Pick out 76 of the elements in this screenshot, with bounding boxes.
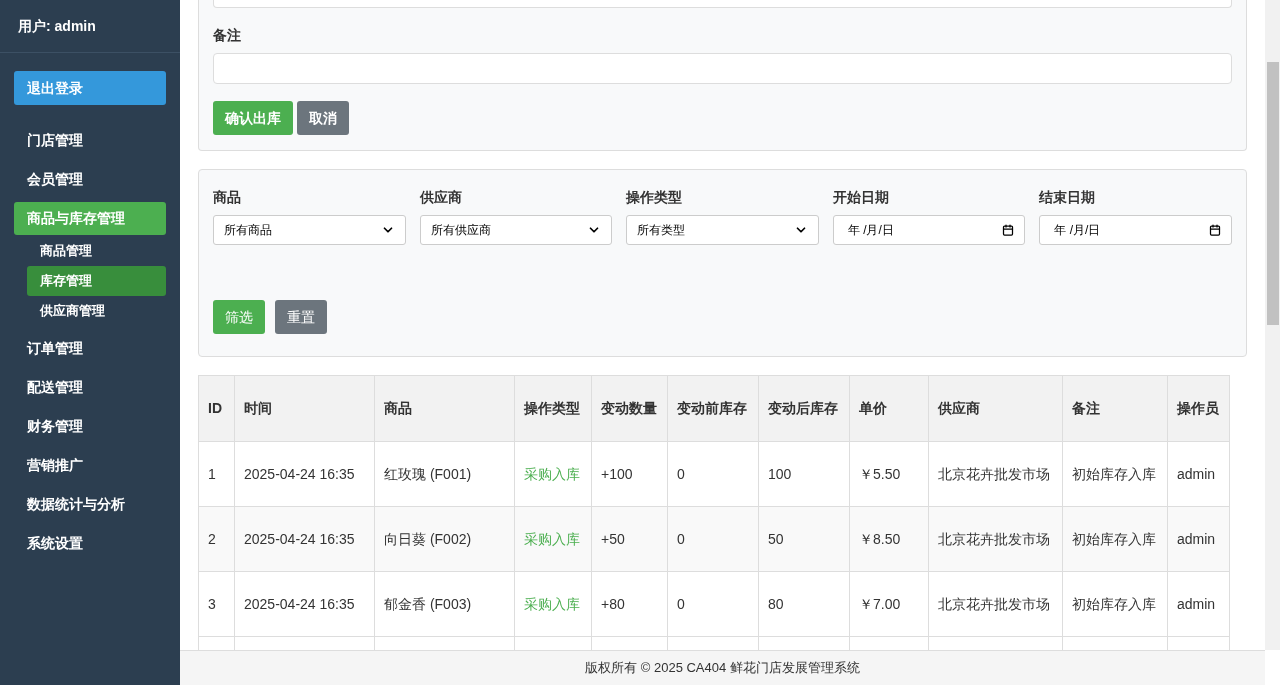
table-cell: 采购入库 xyxy=(514,441,592,507)
scrollbar-thumb[interactable] xyxy=(1266,62,1279,325)
calendar-icon xyxy=(1002,224,1015,236)
table-cell: admin xyxy=(1167,571,1230,637)
filter-select[interactable]: 所有类型 xyxy=(626,215,819,245)
menu-item[interactable]: 订单管理 xyxy=(14,332,166,365)
filter-select[interactable]: 所有供应商 xyxy=(419,215,613,245)
menu-item[interactable]: 门店管理 xyxy=(14,124,166,157)
date-field[interactable]: 年 /月/日 xyxy=(1039,215,1232,245)
table-cell: 初始库存入库 xyxy=(1062,571,1168,637)
table-cell: 2 xyxy=(198,506,235,572)
menu-item[interactable]: 数据统计与分析 xyxy=(14,488,166,521)
column-header: 变动数量 xyxy=(591,375,668,442)
table-cell: 向日葵 (F002) xyxy=(374,506,515,572)
table-cell: 2025-04-24 16:35 xyxy=(234,571,375,637)
field-label: 备注 xyxy=(213,26,241,45)
table-cell: admin xyxy=(1167,441,1230,507)
user-label: 用户: admin xyxy=(18,16,96,36)
column-header: 操作类型 xyxy=(514,375,592,442)
submenu-item[interactable]: 商品管理 xyxy=(27,236,166,266)
menu-item[interactable]: 配送管理 xyxy=(14,371,166,404)
table-cell: ￥5.50 xyxy=(849,441,929,507)
menu-item[interactable]: 营销推广 xyxy=(14,449,166,482)
column-header: ID xyxy=(198,375,235,442)
column-header: 备注 xyxy=(1062,375,1168,442)
table-cell: 80 xyxy=(758,571,850,637)
filter-label: 开始日期 xyxy=(832,188,889,207)
menu-item[interactable]: 财务管理 xyxy=(14,410,166,443)
calendar-icon xyxy=(1209,224,1221,236)
column-header: 供应商 xyxy=(928,375,1063,442)
table-cell: 采购入库 xyxy=(514,571,592,637)
scrollbar[interactable] xyxy=(1265,0,1280,650)
menu-item[interactable]: 系统设置 xyxy=(14,527,166,560)
table-cell: +80 xyxy=(591,571,668,637)
table-cell: ￥7.00 xyxy=(849,571,929,637)
column-header: 变动前库存 xyxy=(667,375,759,442)
table-cell: 北京花卉批发市场 xyxy=(928,441,1063,507)
table-cell: 0 xyxy=(667,571,759,637)
column-header: 商品 xyxy=(374,375,515,442)
table-cell: 1 xyxy=(198,441,235,507)
copyright-text: 版权所有 © 2025 CA404 鲜花门店发展管理系统 xyxy=(585,659,860,678)
table-cell: 初始库存入库 xyxy=(1062,441,1168,507)
remark-field[interactable] xyxy=(213,53,1232,84)
table-cell: 初始库存入库 xyxy=(1062,506,1168,572)
filter-label: 供应商 xyxy=(419,188,462,207)
filter-label: 操作类型 xyxy=(626,188,683,207)
menu-item[interactable]: 会员管理 xyxy=(14,163,166,196)
column-header: 变动后库存 xyxy=(758,375,850,442)
table-cell: +100 xyxy=(591,441,668,507)
column-header: 时间 xyxy=(234,375,375,442)
table-cell: 郁金香 (F003) xyxy=(374,571,515,637)
table-cell: 0 xyxy=(667,506,759,572)
column-header: 单价 xyxy=(849,375,929,442)
reset-button[interactable]: 重置 xyxy=(275,300,327,334)
table-cell: 北京花卉批发市场 xyxy=(928,506,1063,572)
table-cell: +50 xyxy=(591,506,668,572)
submenu-item[interactable]: 供应商管理 xyxy=(27,296,166,326)
submenu-item[interactable]: 库存管理 xyxy=(27,266,166,296)
column-header: 操作员 xyxy=(1167,375,1230,442)
table-cell: 50 xyxy=(758,506,850,572)
table-cell: 2025-04-24 16:35 xyxy=(234,506,375,572)
table-cell: 0 xyxy=(667,441,759,507)
cancel-button[interactable]: 取消 xyxy=(297,101,349,135)
filter-label: 结束日期 xyxy=(1039,188,1096,207)
table-cell: 3 xyxy=(198,571,235,637)
filter-label: 商品 xyxy=(213,188,241,207)
date-field[interactable]: 年 /月/日 xyxy=(832,215,1026,245)
table-cell: 2025-04-24 16:35 xyxy=(234,441,375,507)
table-cell: admin xyxy=(1167,506,1230,572)
input-field[interactable] xyxy=(213,0,1232,8)
table-cell: 100 xyxy=(758,441,850,507)
table-cell: ￥8.50 xyxy=(849,506,929,572)
table-cell: 红玫瑰 (F001) xyxy=(374,441,515,507)
filter-select[interactable]: 所有商品 xyxy=(213,215,406,245)
table-cell: 采购入库 xyxy=(514,506,592,572)
table-cell: 北京花卉批发市场 xyxy=(928,571,1063,637)
